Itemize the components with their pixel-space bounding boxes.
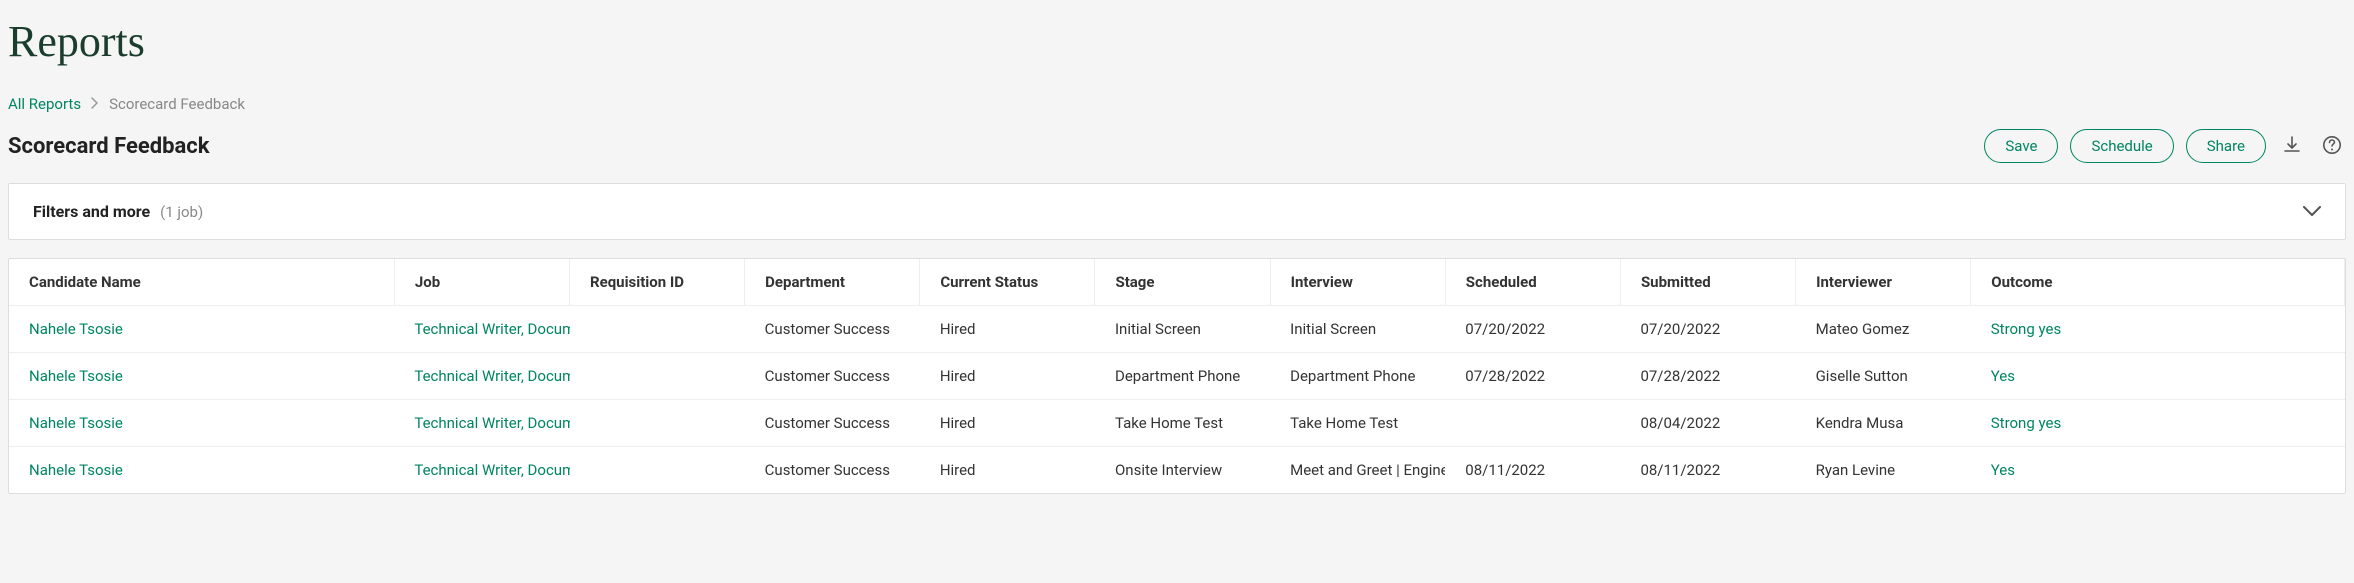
table-row: Nahele TsosieTechnical Writer, Documenta… [9, 306, 2345, 353]
cell-requisition [570, 353, 745, 400]
cell-status: Hired [920, 306, 1095, 353]
cell-department: Customer Success [745, 306, 920, 353]
cell-scheduled: 07/28/2022 [1445, 353, 1620, 400]
cell-department: Customer Success [745, 353, 920, 400]
table-row: Nahele TsosieTechnical Writer, Documenta… [9, 353, 2345, 400]
cell-stage: Take Home Test [1095, 400, 1270, 447]
cell-interviewer: Giselle Sutton [1796, 353, 1971, 400]
col-requisition-id[interactable]: Requisition ID [570, 259, 745, 306]
col-interview[interactable]: Interview [1270, 259, 1445, 306]
breadcrumb: All Reports Scorecard Feedback [8, 95, 2346, 113]
col-submitted[interactable]: Submitted [1620, 259, 1795, 306]
cell-outcome[interactable]: Yes [1971, 353, 2345, 400]
cell-candidate[interactable]: Nahele Tsosie [9, 447, 394, 494]
save-button[interactable]: Save [1984, 129, 2058, 163]
cell-job[interactable]: Technical Writer, Documentation [394, 447, 569, 494]
col-job[interactable]: Job [394, 259, 569, 306]
cell-job[interactable]: Technical Writer, Documentation [394, 306, 569, 353]
col-stage[interactable]: Stage [1095, 259, 1270, 306]
cell-scheduled: 08/11/2022 [1445, 447, 1620, 494]
col-interviewer[interactable]: Interviewer [1796, 259, 1971, 306]
cell-status: Hired [920, 400, 1095, 447]
page-title: Reports [8, 16, 2346, 67]
col-scheduled[interactable]: Scheduled [1445, 259, 1620, 306]
cell-stage: Onsite Interview [1095, 447, 1270, 494]
cell-candidate[interactable]: Nahele Tsosie [9, 400, 394, 447]
help-icon [2322, 135, 2342, 158]
cell-scheduled [1445, 400, 1620, 447]
chevron-down-icon [2303, 202, 2321, 221]
table-row: Nahele TsosieTechnical Writer, Documenta… [9, 400, 2345, 447]
filters-bar[interactable]: Filters and more (1 job) [8, 183, 2346, 240]
cell-submitted: 07/28/2022 [1620, 353, 1795, 400]
filters-label: Filters and more [33, 202, 150, 221]
cell-requisition [570, 447, 745, 494]
cell-outcome[interactable]: Strong yes [1971, 400, 2345, 447]
cell-status: Hired [920, 353, 1095, 400]
report-title: Scorecard Feedback [8, 134, 209, 159]
filters-count: (1 job) [160, 203, 203, 221]
cell-status: Hired [920, 447, 1095, 494]
cell-interview: Initial Screen [1270, 306, 1445, 353]
breadcrumb-current: Scorecard Feedback [109, 95, 245, 113]
download-button[interactable] [2278, 131, 2306, 162]
cell-submitted: 08/11/2022 [1620, 447, 1795, 494]
col-current-status[interactable]: Current Status [920, 259, 1095, 306]
download-icon [2282, 135, 2302, 158]
schedule-button[interactable]: Schedule [2070, 129, 2173, 163]
results-table: Candidate Name Job Requisition ID Depart… [8, 258, 2346, 494]
cell-interviewer: Kendra Musa [1796, 400, 1971, 447]
col-candidate-name[interactable]: Candidate Name [9, 259, 394, 306]
cell-department: Customer Success [745, 400, 920, 447]
col-outcome[interactable]: Outcome [1971, 259, 2345, 306]
filters-label-wrap: Filters and more (1 job) [33, 202, 203, 221]
cell-interviewer: Ryan Levine [1796, 447, 1971, 494]
table-header-row: Candidate Name Job Requisition ID Depart… [9, 259, 2345, 306]
cell-outcome[interactable]: Strong yes [1971, 306, 2345, 353]
subheader-row: Scorecard Feedback Save Schedule Share [8, 129, 2346, 163]
cell-stage: Department Phone [1095, 353, 1270, 400]
cell-requisition [570, 400, 745, 447]
chevron-right-icon [91, 95, 99, 113]
cell-stage: Initial Screen [1095, 306, 1270, 353]
cell-candidate[interactable]: Nahele Tsosie [9, 353, 394, 400]
help-button[interactable] [2318, 131, 2346, 162]
breadcrumb-root-link[interactable]: All Reports [8, 95, 81, 113]
cell-interview: Meet and Greet | Engineering [1270, 447, 1445, 494]
cell-outcome[interactable]: Yes [1971, 447, 2345, 494]
table-row: Nahele TsosieTechnical Writer, Documenta… [9, 447, 2345, 494]
share-button[interactable]: Share [2186, 129, 2266, 163]
cell-requisition [570, 306, 745, 353]
cell-interviewer: Mateo Gomez [1796, 306, 1971, 353]
col-department[interactable]: Department [745, 259, 920, 306]
cell-submitted: 07/20/2022 [1620, 306, 1795, 353]
cell-scheduled: 07/20/2022 [1445, 306, 1620, 353]
cell-interview: Take Home Test [1270, 400, 1445, 447]
cell-candidate[interactable]: Nahele Tsosie [9, 306, 394, 353]
cell-job[interactable]: Technical Writer, Documentation [394, 400, 569, 447]
cell-department: Customer Success [745, 447, 920, 494]
cell-interview: Department Phone [1270, 353, 1445, 400]
action-bar: Save Schedule Share [1984, 129, 2346, 163]
cell-job[interactable]: Technical Writer, Documentation [394, 353, 569, 400]
cell-submitted: 08/04/2022 [1620, 400, 1795, 447]
